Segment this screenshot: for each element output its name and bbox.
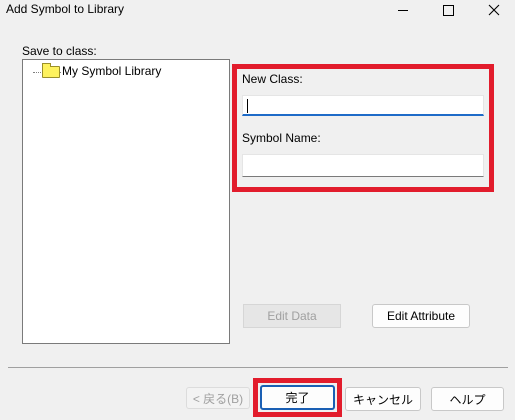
tree-item-my-symbol-library[interactable]: My Symbol Library [62,64,162,78]
window-title: Add Symbol to Library [6,2,125,16]
new-class-label: New Class: [242,72,303,86]
maximize-button[interactable] [433,0,463,20]
maximize-icon [442,4,454,16]
edit-attribute-button[interactable]: Edit Attribute [372,304,470,328]
save-to-class-label: Save to class: [22,44,97,58]
cancel-button[interactable]: キャンセル [345,387,421,411]
back-button[interactable]: < 戻る(B) [186,387,250,409]
finish-button[interactable]: 完了 [260,385,335,410]
minimize-icon [398,9,408,11]
help-button[interactable]: ヘルプ [431,387,504,411]
symbol-name-input[interactable] [242,154,484,177]
close-button[interactable] [479,0,509,20]
minimize-button[interactable] [388,0,418,20]
folder-icon [42,63,60,78]
class-tree[interactable]: My Symbol Library [22,59,230,344]
edit-data-button[interactable]: Edit Data [243,304,341,328]
symbol-name-label: Symbol Name: [242,131,321,145]
divider [8,367,508,368]
add-symbol-dialog: Add Symbol to Library Save to class: My … [0,0,515,420]
title-bar: Add Symbol to Library [0,0,515,20]
text-caret [247,99,248,113]
close-icon [488,4,500,16]
new-class-input[interactable] [242,95,484,116]
